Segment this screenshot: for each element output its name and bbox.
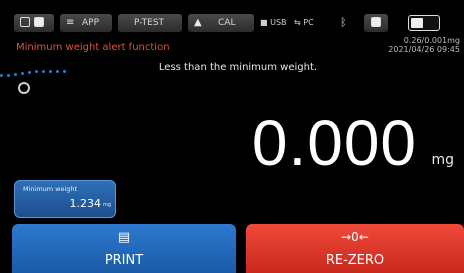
usb-label: USB — [270, 18, 287, 27]
alert-message: Less than the minimum weight. — [158, 62, 318, 73]
balance-screen: ≡ APP P-TEST ▲ CAL ■ USB ⇆ PC ᛒ Minimum … — [12, 12, 464, 273]
pc-status: ⇆ PC — [294, 14, 314, 32]
minimum-weight-unit: mg — [102, 202, 111, 208]
rezero-button[interactable]: →0← RE-ZERO — [246, 224, 464, 273]
window-filled-icon — [34, 17, 44, 27]
ptest-label: P-TEST — [134, 18, 165, 28]
battery-level — [411, 18, 423, 28]
cal-button[interactable]: ▲ CAL — [188, 14, 254, 32]
lock-icon — [371, 17, 381, 27]
battery-icon — [408, 15, 440, 31]
pc-label: PC — [303, 18, 314, 27]
connection-icon: ⇆ — [294, 18, 301, 27]
alert-title: Minimum weight alert function — [16, 42, 170, 53]
ptest-button[interactable]: P-TEST — [118, 14, 182, 32]
rezero-icon: →0← — [341, 230, 369, 244]
rezero-label: RE-ZERO — [325, 253, 385, 268]
minimum-weight-box[interactable]: Minimum weight 1.234 mg — [14, 180, 116, 218]
usb-status: ■ USB — [260, 14, 287, 32]
menu-icon: ≡ — [66, 17, 75, 28]
printer-icon: ▤ — [117, 230, 131, 245]
lock-button[interactable] — [364, 14, 388, 32]
display-mode-button[interactable] — [14, 14, 54, 32]
datetime-readout: 2021/04/26 09:45 — [388, 45, 460, 54]
usb-icon: ■ — [260, 18, 268, 27]
minimum-weight-value: 1.234 — [69, 197, 102, 210]
print-label: PRINT — [104, 253, 144, 268]
window-icon — [20, 17, 30, 27]
print-button[interactable]: ▤ PRINT — [12, 224, 236, 273]
cal-label: CAL — [218, 18, 236, 28]
bluetooth-icon: ᛒ — [340, 16, 347, 29]
weight-value: 0.000 — [251, 107, 417, 179]
app-button[interactable]: ≡ APP — [60, 14, 112, 32]
top-status-bar: ≡ APP P-TEST ▲ CAL ■ USB ⇆ PC ᛒ — [12, 14, 464, 34]
app-label: APP — [82, 18, 100, 28]
stability-indicator-icon — [18, 82, 30, 94]
resolution-readout: 0.26/0.001mg — [403, 36, 460, 45]
weight-unit: mg — [431, 152, 454, 168]
weight-icon: ▲ — [194, 17, 202, 28]
minimum-weight-label: Minimum weight — [23, 185, 78, 193]
